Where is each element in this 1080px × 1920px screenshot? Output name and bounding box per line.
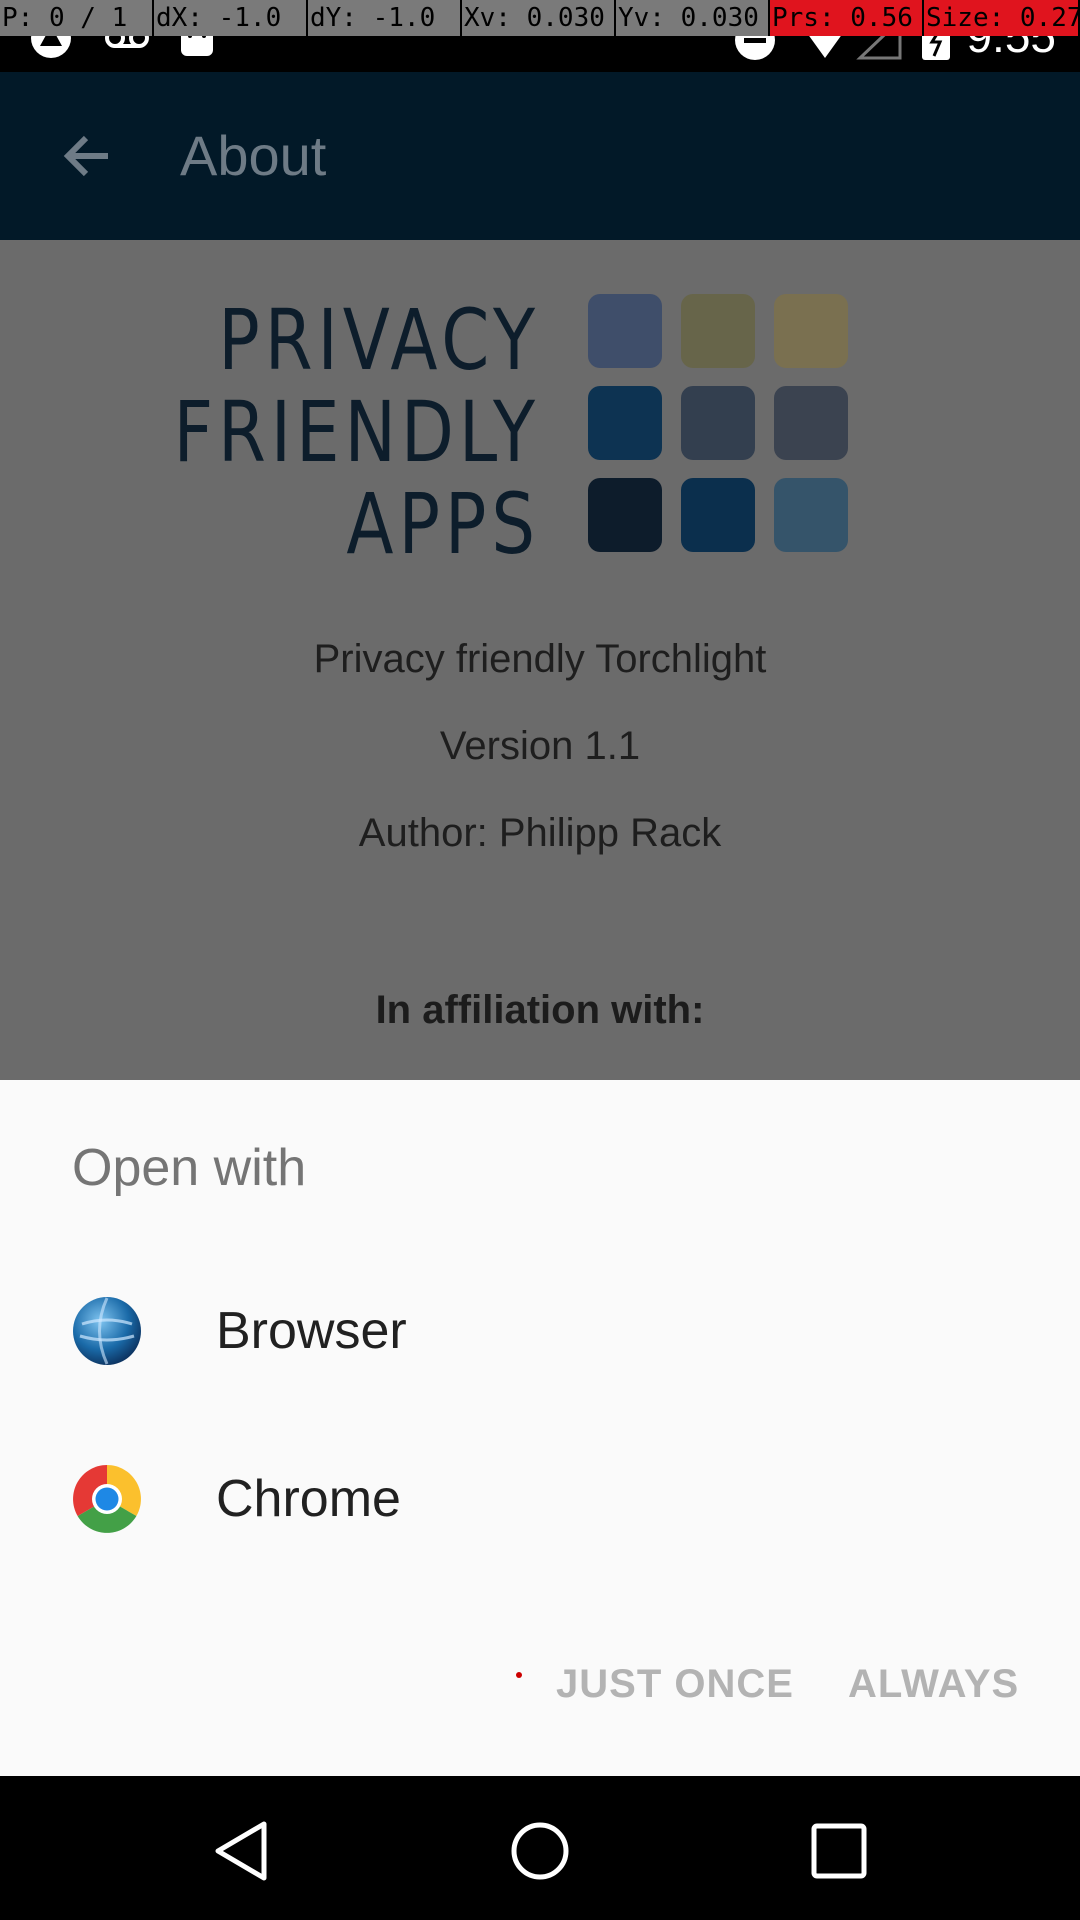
author-text: Author: Philipp Rack	[358, 811, 722, 855]
logo-tile	[774, 294, 848, 368]
app-option-browser[interactable]: Browser	[0, 1246, 1080, 1414]
debug-pointer: P: 0 / 1	[0, 0, 154, 36]
status-bar: 9:55 P: 0 / 1 dX: -1.0 dY: -1.0 Xv: 0.03…	[0, 0, 1080, 72]
sheet-title: Open with	[72, 1139, 307, 1197]
logo-line-1: PRIVACY	[218, 291, 540, 389]
recents-nav-icon[interactable]	[804, 1816, 874, 1886]
pointer-debug-overlay: P: 0 / 1 dX: -1.0 dY: -1.0 Xv: 0.030 Yv:…	[0, 0, 1080, 36]
debug-dy: dY: -1.0	[308, 0, 462, 36]
logo-tile	[588, 386, 662, 460]
back-arrow-icon[interactable]	[56, 126, 116, 186]
affiliation-heading: In affiliation with:	[375, 988, 705, 1032]
logo-text: PRIVACY FRIENDLY APPS	[173, 294, 540, 570]
logo-tile-grid	[588, 294, 848, 554]
app-bar: About	[0, 72, 1080, 240]
logo-tile	[774, 478, 848, 552]
debug-xv: Xv: 0.030	[462, 0, 616, 36]
logo-tile	[681, 478, 755, 552]
logo-line-2: FRIENDLY	[173, 383, 540, 481]
debug-size: Size: 0.27	[924, 0, 1080, 36]
logo-line-3: APPS	[346, 475, 540, 573]
chrome-icon	[73, 1465, 141, 1533]
home-nav-icon[interactable]	[505, 1816, 575, 1886]
app-name-text: Privacy friendly Torchlight	[313, 637, 767, 681]
logo-tile	[774, 386, 848, 460]
always-button[interactable]: ALWAYS	[848, 1660, 1019, 1708]
globe-icon	[73, 1297, 141, 1365]
just-once-button[interactable]: JUST ONCE	[556, 1660, 794, 1708]
back-nav-icon[interactable]	[206, 1816, 276, 1886]
privacy-friendly-apps-logo: PRIVACY FRIENDLY APPS	[173, 294, 860, 570]
version-text: Version 1.1	[439, 724, 641, 768]
about-screen: About PRIVACY FRIENDLY APPS Privacy frie…	[0, 72, 1080, 1080]
debug-pressure: Prs: 0.56	[770, 0, 924, 36]
logo-tile	[681, 386, 755, 460]
logo-tile	[588, 478, 662, 552]
navigation-bar	[0, 1776, 1080, 1920]
app-option-chrome[interactable]: Chrome	[0, 1414, 1080, 1582]
app-option-label: Chrome	[216, 1470, 401, 1528]
page-title: About	[180, 124, 327, 187]
logo-tile	[681, 294, 755, 368]
logo-tile	[588, 294, 662, 368]
app-option-label: Browser	[216, 1302, 407, 1360]
debug-yv: Yv: 0.030	[616, 0, 770, 36]
touch-indicator	[516, 1672, 522, 1678]
open-with-sheet: Open with Browser Chrome JUST ONCE ALWAY…	[0, 1080, 1080, 1776]
debug-dx: dX: -1.0	[154, 0, 308, 36]
